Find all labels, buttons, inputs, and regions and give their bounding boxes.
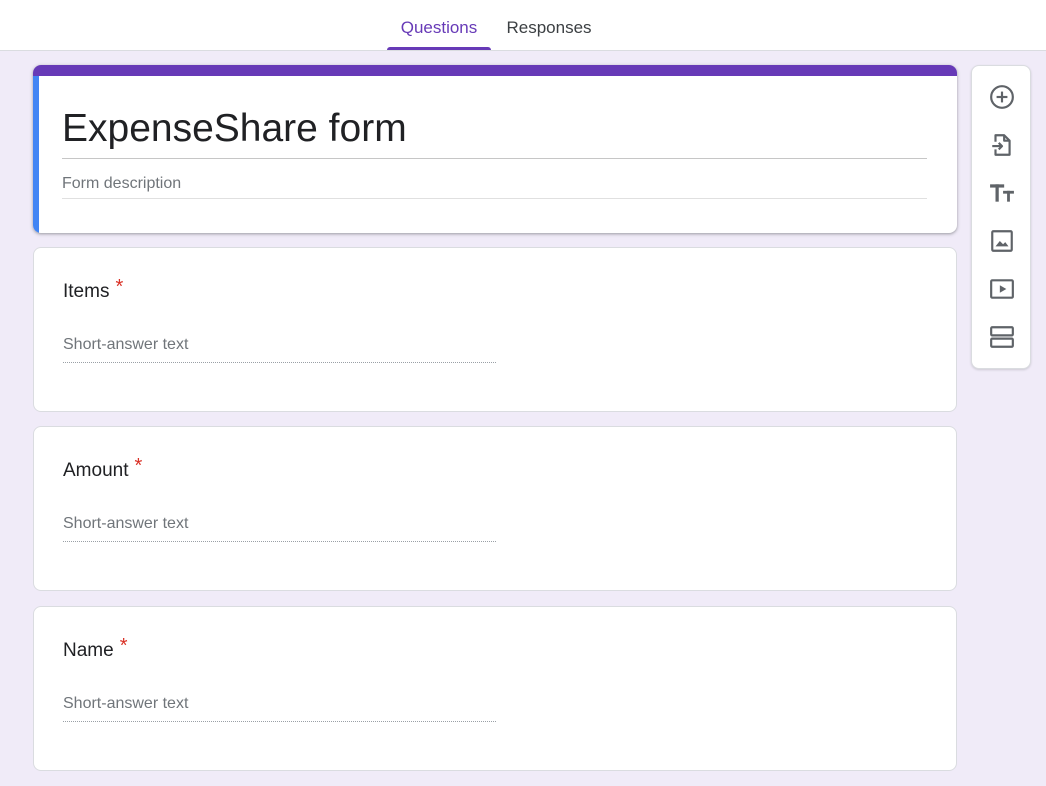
question-title-text: Items xyxy=(63,281,110,302)
tab-responses[interactable]: Responses xyxy=(500,0,598,50)
question-title[interactable]: Items * xyxy=(63,276,123,303)
add-question-button[interactable] xyxy=(986,81,1018,113)
short-answer-field: Short-answer text xyxy=(63,332,496,363)
question-card-name[interactable]: Name * Short-answer text xyxy=(33,606,957,771)
add-question-icon xyxy=(990,85,1014,109)
question-card-items[interactable]: Items * Short-answer text xyxy=(33,247,957,412)
question-title[interactable]: Name * xyxy=(63,635,127,662)
import-questions-button[interactable] xyxy=(986,129,1018,161)
import-questions-icon xyxy=(992,134,1011,156)
add-title-button[interactable] xyxy=(986,177,1018,209)
question-title-text: Name xyxy=(63,640,114,661)
top-tab-bar: Questions Responses xyxy=(0,0,1046,51)
form-header-card[interactable]: ExpenseShare form Form description xyxy=(33,65,957,233)
add-section-button[interactable] xyxy=(986,321,1018,353)
question-title-text: Amount xyxy=(63,460,129,481)
form-description-input[interactable]: Form description xyxy=(62,171,927,199)
floating-toolbar xyxy=(971,65,1031,369)
add-video-icon xyxy=(990,279,1014,299)
question-title[interactable]: Amount * xyxy=(63,455,142,482)
form-title-input[interactable]: ExpenseShare form xyxy=(62,101,927,159)
add-video-button[interactable] xyxy=(986,273,1018,305)
required-marker: * xyxy=(115,276,124,298)
header-accent-stripe xyxy=(33,65,957,76)
header-focus-indicator xyxy=(33,76,39,233)
add-title-icon xyxy=(990,184,1014,202)
tab-questions[interactable]: Questions xyxy=(387,0,491,50)
short-answer-field: Short-answer text xyxy=(63,691,496,722)
question-card-amount[interactable]: Amount * Short-answer text xyxy=(33,426,957,591)
add-image-button[interactable] xyxy=(986,225,1018,257)
required-marker: * xyxy=(119,635,128,657)
short-answer-field: Short-answer text xyxy=(63,511,496,542)
required-marker: * xyxy=(134,455,143,477)
add-image-icon xyxy=(991,230,1013,252)
add-section-icon xyxy=(990,326,1014,348)
